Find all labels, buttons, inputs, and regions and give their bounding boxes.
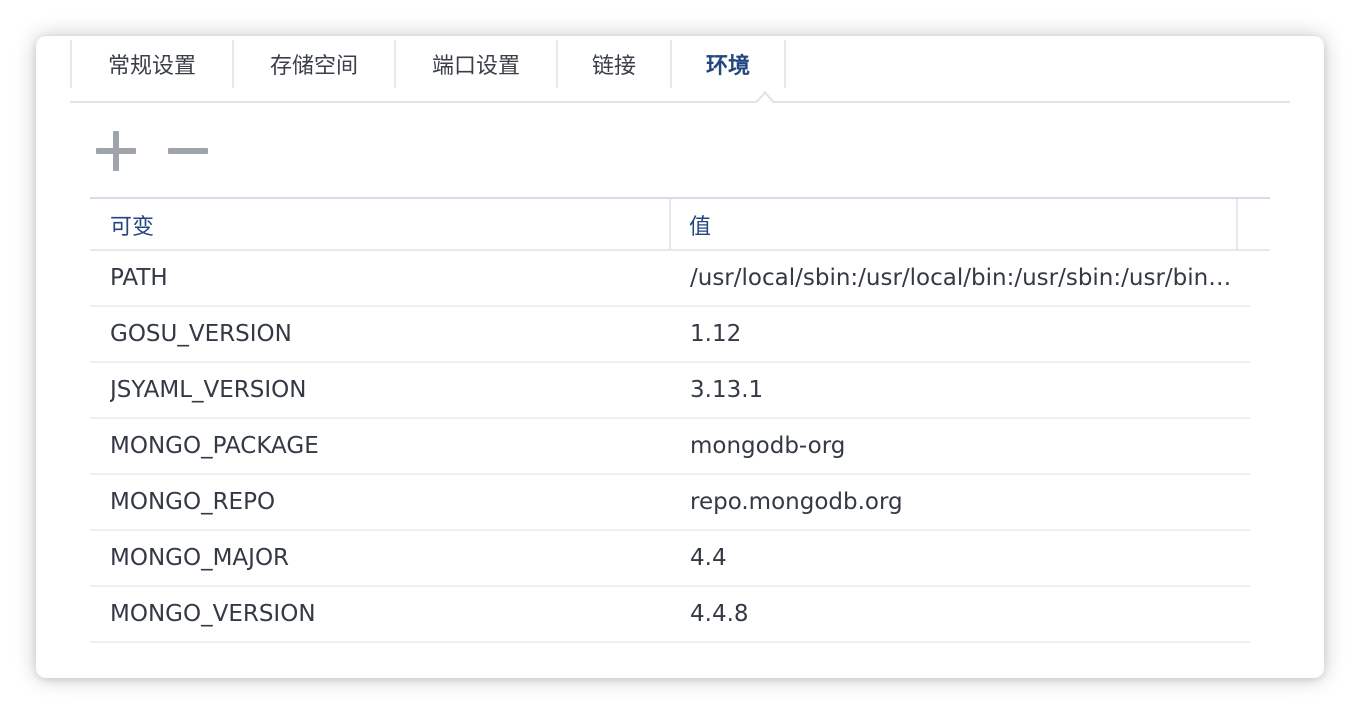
variable-name: PATH — [110, 265, 168, 291]
variable-name: MONGO_MAJOR — [110, 545, 290, 571]
environment-table: 可变 值 PATH /usr/local/sbin:/usr/local/bin… — [90, 197, 1270, 643]
table-row[interactable]: MONGO_MAJOR 4.4 — [90, 531, 1250, 587]
table-row[interactable]: PATH /usr/local/sbin:/usr/local/bin:/usr… — [90, 251, 1250, 307]
variable-name: GOSU_VERSION — [110, 321, 292, 347]
settings-panel: 常规设置 存储空间 端口设置 链接 环境 可变 值 PATH /usr/loca… — [36, 36, 1324, 678]
table-row[interactable]: MONGO_REPO repo.mongodb.org — [90, 475, 1250, 531]
table-header: 可变 值 — [90, 197, 1270, 251]
tab-bar: 常规设置 存储空间 端口设置 链接 环境 — [70, 40, 1290, 103]
table-row[interactable]: JSYAML_VERSION 3.13.1 — [90, 363, 1250, 419]
tab-links[interactable]: 链接 — [558, 40, 672, 88]
variable-name: MONGO_REPO — [110, 489, 276, 515]
variable-value: /usr/local/sbin:/usr/local/bin:/usr/sbin… — [690, 265, 1238, 291]
variable-name: MONGO_VERSION — [110, 601, 316, 627]
table-row[interactable]: MONGO_VERSION 4.4.8 — [90, 587, 1250, 643]
tab-general[interactable]: 常规设置 — [70, 40, 234, 88]
tab-storage[interactable]: 存储空间 — [234, 40, 396, 88]
variable-name: MONGO_PACKAGE — [110, 433, 319, 459]
variable-value: 4.4 — [690, 545, 727, 571]
table-row[interactable]: MONGO_PACKAGE mongodb-org — [90, 419, 1250, 475]
column-header-value[interactable]: 值 — [671, 199, 1238, 251]
add-variable-button[interactable] — [93, 128, 139, 174]
variable-value: repo.mongodb.org — [690, 489, 903, 515]
column-header-variable[interactable]: 可变 — [90, 199, 671, 251]
variable-name: JSYAML_VERSION — [110, 377, 307, 403]
remove-variable-button[interactable] — [165, 128, 211, 174]
tab-ports[interactable]: 端口设置 — [396, 40, 558, 88]
table-row[interactable]: GOSU_VERSION 1.12 — [90, 307, 1250, 363]
variable-value: 4.4.8 — [690, 601, 749, 627]
variable-value: mongodb-org — [690, 433, 846, 459]
active-tab-indicator-fill — [757, 94, 773, 103]
tab-environment[interactable]: 环境 — [672, 40, 786, 88]
variable-value: 3.13.1 — [690, 377, 764, 403]
variable-value: 1.12 — [690, 321, 742, 347]
